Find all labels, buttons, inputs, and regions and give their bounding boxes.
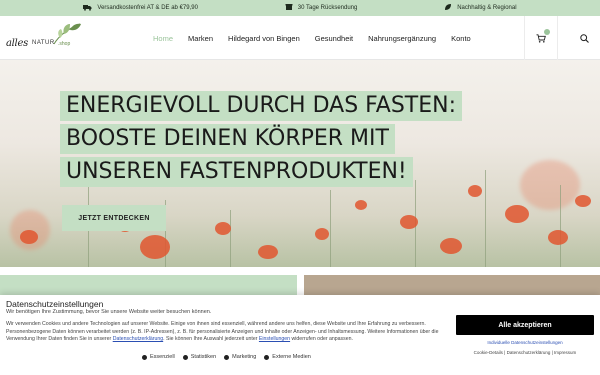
nav-item-home[interactable]: Home: [145, 16, 180, 60]
hero-poppy: [440, 238, 462, 254]
radio-icon[interactable]: [182, 354, 188, 360]
promo-tile-left[interactable]: [0, 275, 297, 295]
info-item-label: 30 Tage Rücksendung: [297, 5, 358, 11]
option-marketing[interactable]: Marketing: [224, 354, 256, 360]
hero-poppy: [20, 230, 38, 244]
option-label: Externe Medien: [272, 354, 311, 360]
cookie-subtitle: Wir benötigen Ihre Zustimmung, bevor Sie…: [6, 309, 212, 315]
logo-script: alles: [6, 38, 28, 49]
cookie-text: . Sie können Ihre Auswahl jederzeit unte…: [163, 336, 259, 343]
main-nav: Home Marken Hildegard von Bingen Gesundh…: [145, 16, 478, 60]
hero-poppy: [315, 228, 329, 240]
nav-item-marken[interactable]: Marken: [180, 16, 220, 60]
info-item-returns: 30 Tage Rücksendung: [285, 3, 358, 13]
hero-stem: [485, 170, 486, 267]
logo-natur: NATUR: [32, 40, 55, 46]
cookie-title: Datenschutzeinstellungen: [6, 299, 104, 309]
search-icon: [579, 33, 589, 43]
cart-icon: [536, 33, 546, 43]
nav-item-gesundheit[interactable]: Gesundheit: [307, 16, 360, 60]
radio-icon[interactable]: [264, 354, 270, 360]
radio-icon[interactable]: [224, 354, 230, 360]
info-bar: Versandkostenfrei AT & DE ab €79,90 30 T…: [0, 0, 600, 16]
hero-poppy: [215, 222, 231, 235]
search-button[interactable]: [568, 16, 600, 60]
promo-tile-right[interactable]: [304, 275, 600, 295]
info-item-sustainable: Nachhaltig & Regional: [444, 3, 517, 13]
cookie-consent-banner: Datenschutzeinstellungen Wir benötigen I…: [0, 295, 600, 375]
hero-stem: [560, 185, 561, 267]
hero-headline-line-3: UNSEREN FASTENPRODUKTEN!: [60, 157, 413, 188]
hero-poppy: [468, 185, 482, 197]
nav-item-nahrungsergaenzung[interactable]: Nahrungsergänzung: [360, 16, 443, 60]
hero-poppy: [505, 205, 529, 223]
cookie-options: Essenziell Statistiken Marketing Externe…: [142, 354, 311, 360]
leaf-icon: [444, 3, 452, 13]
hero-headline-line-2: BOOSTE DEINEN KÖRPER MIT: [60, 124, 395, 155]
option-label: Statistiken: [190, 354, 217, 360]
hero-poppy: [258, 245, 278, 259]
hero-poppy: [400, 215, 418, 229]
cookie-description: Wir verwenden Cookies und andere Technol…: [6, 321, 446, 344]
settings-link[interactable]: Einstellungen: [259, 336, 290, 342]
nav-item-hildegard[interactable]: Hildegard von Bingen: [220, 16, 307, 60]
site-header: alles NATUR .shop Home Marken Hildegard …: [0, 16, 600, 60]
option-externe-medien[interactable]: Externe Medien: [264, 354, 311, 360]
cookie-footer-links[interactable]: Cookie-Details | Datenschutzerklärung | …: [456, 350, 594, 355]
nav-item-konto[interactable]: Konto: [443, 16, 478, 60]
hero-poppy: [140, 235, 170, 259]
return-box-icon: [285, 3, 293, 13]
individual-settings-link[interactable]: Individuelle Datenschutzeinstellungen: [456, 340, 594, 345]
option-label: Essenziell: [150, 354, 175, 360]
hero-poppy: [355, 200, 367, 210]
accept-all-button[interactable]: Alle akzeptieren: [456, 315, 594, 335]
logo-shop: .shop: [58, 41, 71, 47]
option-essenziell[interactable]: Essenziell: [142, 354, 175, 360]
cookie-text: widerrufen oder anpassen.: [290, 336, 353, 343]
cart-button[interactable]: [524, 16, 558, 60]
hero-flower-blur: [520, 160, 580, 210]
radio-checked-icon[interactable]: [142, 354, 147, 360]
privacy-policy-link[interactable]: Datenschutzerklärung: [113, 336, 163, 342]
hero-poppy: [548, 230, 568, 245]
truck-icon: [83, 4, 92, 13]
option-label: Marketing: [232, 354, 257, 360]
info-item-label: Nachhaltig & Regional: [457, 5, 517, 11]
hero-stem: [230, 210, 231, 267]
hero-poppy: [575, 195, 591, 207]
hero-cta-button[interactable]: JETZT ENTDECKEN: [62, 205, 166, 231]
hero-headline-line-1: ENERGIEVOLL DURCH DAS FASTEN:: [60, 91, 463, 122]
cart-badge: [544, 29, 550, 35]
info-item-label: Versandkostenfrei AT & DE ab €79,90: [97, 5, 198, 11]
option-statistiken[interactable]: Statistiken: [182, 354, 217, 360]
site-logo[interactable]: alles NATUR .shop: [6, 22, 86, 54]
hero-stem: [330, 190, 331, 267]
info-item-shipping: Versandkostenfrei AT & DE ab €79,90: [83, 4, 198, 13]
